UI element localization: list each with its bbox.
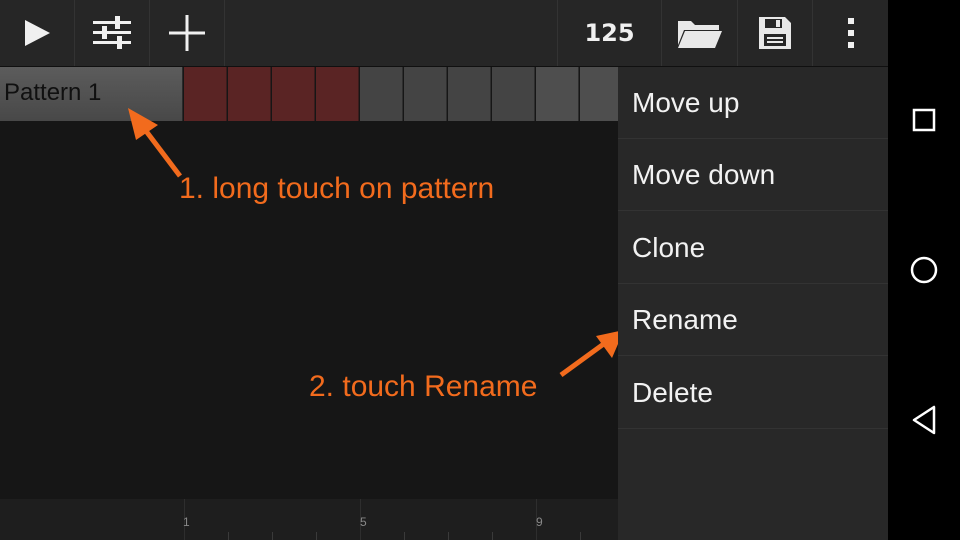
- annotation-step-2: 2. touch Rename: [309, 370, 538, 403]
- menu-item-move-up[interactable]: Move up: [618, 67, 888, 139]
- home-button[interactable]: [888, 234, 960, 306]
- annotation-arrow-1: [128, 108, 182, 178]
- annotation-step-1: 1. long touch on pattern: [179, 172, 495, 205]
- back-button[interactable]: [888, 384, 960, 456]
- menu-item-label: Move up: [632, 87, 740, 118]
- menu-item-delete[interactable]: Delete: [618, 357, 888, 429]
- recents-button[interactable]: [888, 84, 960, 156]
- menu-item-label: Clone: [632, 232, 706, 263]
- square-icon: [912, 108, 936, 132]
- menu-item-label: Move down: [632, 159, 776, 190]
- menu-item-label: Delete: [632, 377, 713, 408]
- menu-item-label: Rename: [632, 304, 738, 335]
- app-window: 125 Pattern 1 1 5 9 1. long touch on pat…: [0, 0, 888, 540]
- context-menu: Move up Move down Clone Rename Delete: [618, 67, 888, 540]
- circle-icon: [910, 256, 938, 284]
- triangle-back-icon: [912, 405, 936, 435]
- menu-item-rename[interactable]: Rename: [618, 284, 888, 356]
- system-nav-bar: [888, 0, 960, 540]
- annotation-arrow-2: [559, 330, 624, 378]
- menu-item-clone[interactable]: Clone: [618, 212, 888, 284]
- menu-item-move-down[interactable]: Move down: [618, 139, 888, 211]
